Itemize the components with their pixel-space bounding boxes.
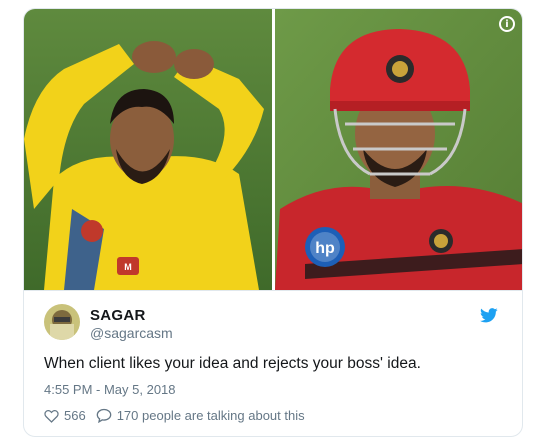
yellow-jersey-player-image: M [24,9,272,290]
like-count[interactable]: 566 [64,408,86,423]
speech-bubble-icon[interactable] [96,408,112,423]
author-name[interactable]: SAGAR [90,307,146,324]
svg-text:hp: hp [315,240,335,257]
media-separator [24,290,522,291]
info-icon[interactable]: i [499,16,515,32]
tweet-text: When client likes your idea and rejects … [44,355,421,372]
author-handle[interactable]: @sagarcasm [90,325,173,341]
right-photo[interactable]: hp [275,9,522,290]
avatar-image [44,304,80,340]
heart-icon[interactable] [44,409,59,423]
tweet-timestamp[interactable]: 4:55 PM - May 5, 2018 [44,382,176,397]
avatar[interactable] [44,304,80,340]
twitter-bird-icon[interactable] [480,308,498,323]
red-helmet-player-image: hp [275,9,522,290]
left-photo[interactable]: M [24,9,272,290]
conversation-link[interactable]: 170 people are talking about this [117,408,305,423]
embedded-tweet-card[interactable]: M hp i SAGAR @sagarcasm When client like… [23,8,523,437]
svg-text:M: M [124,262,132,272]
tweet-media[interactable]: M hp i [24,9,522,290]
tweet-actions: 566 170 people are talking about this [44,408,305,423]
